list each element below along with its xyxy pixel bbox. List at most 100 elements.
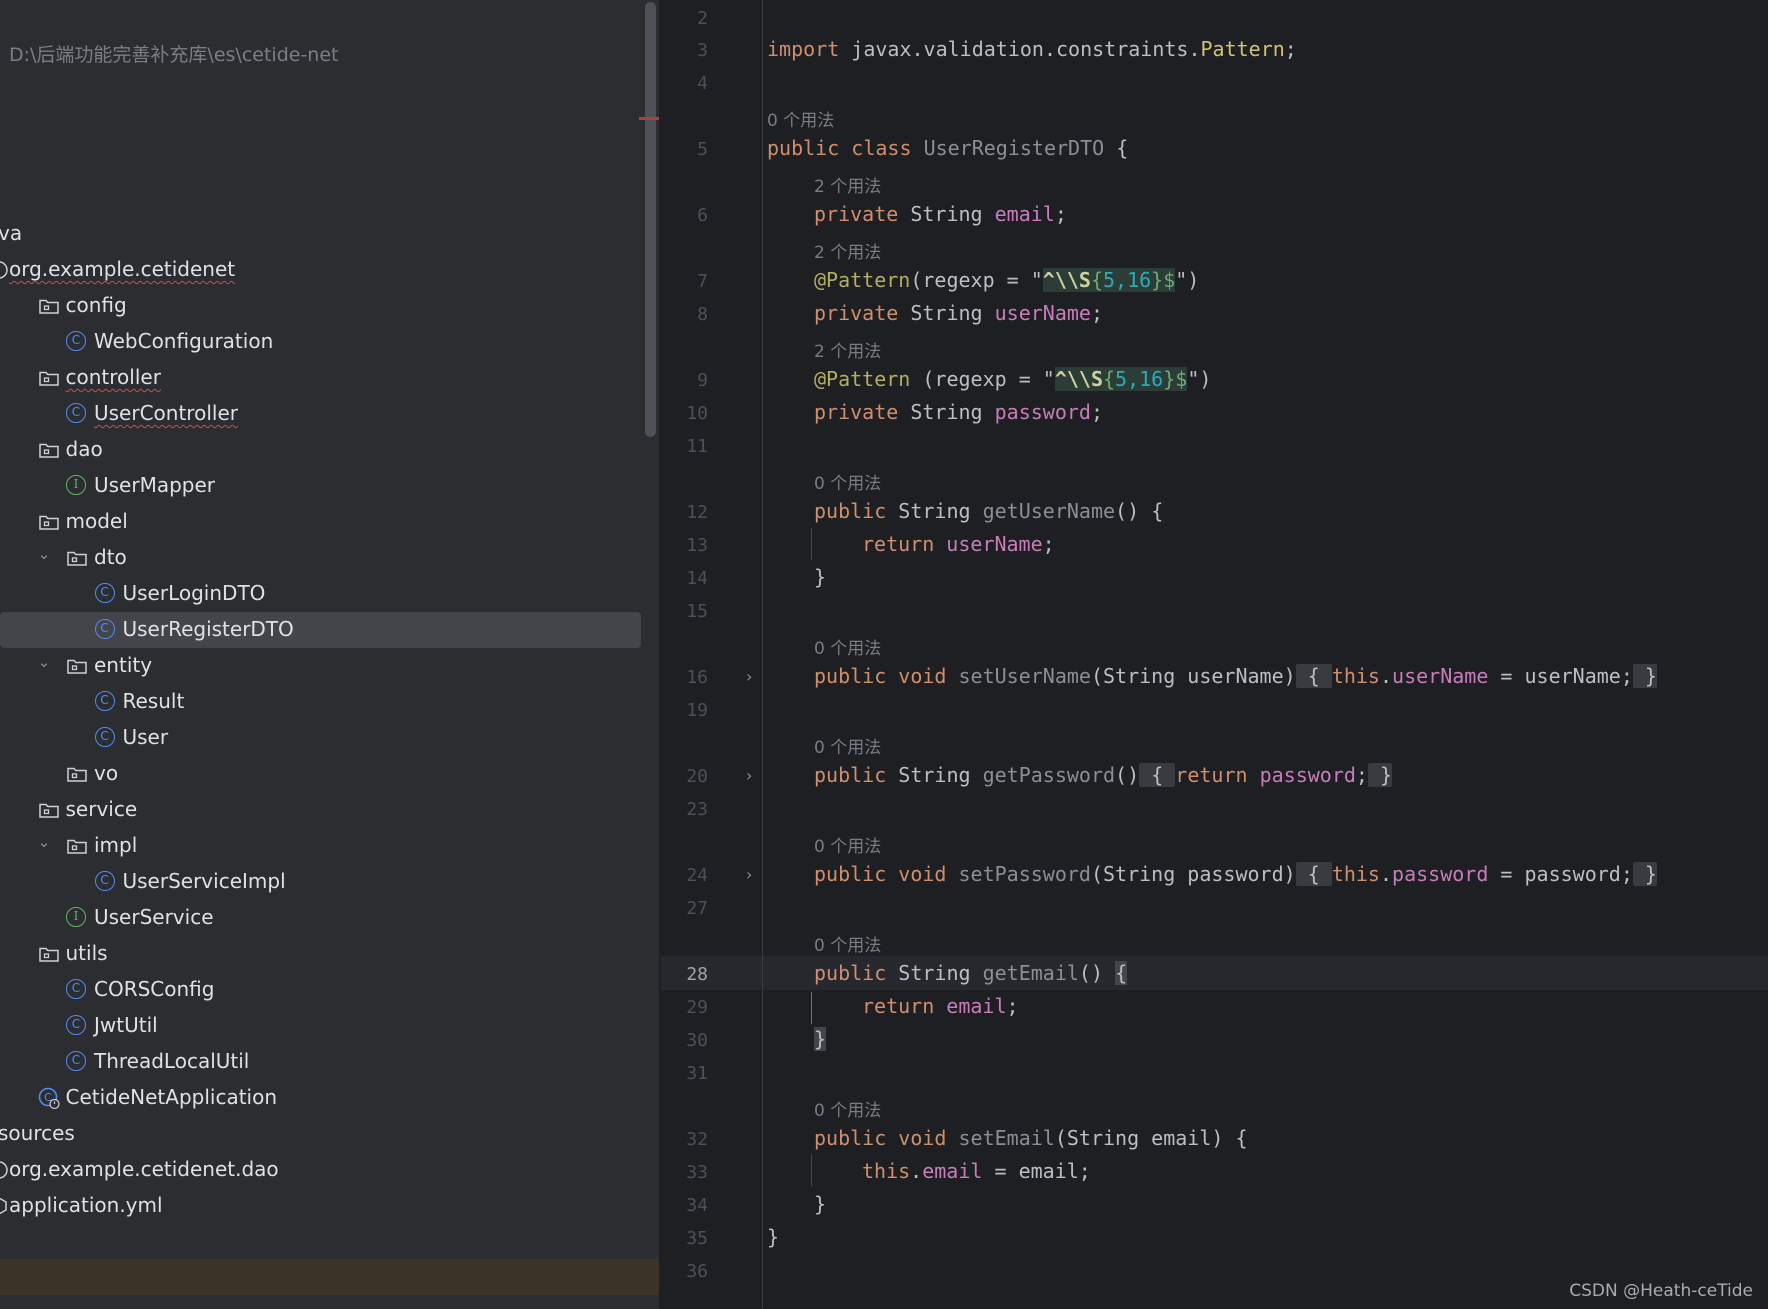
line-number[interactable]: 28	[661, 964, 708, 985]
tree-item-label: service	[65, 797, 138, 821]
usage-hint[interactable]: 0 个用法	[814, 469, 881, 494]
class-icon: C	[66, 1051, 88, 1073]
line-number[interactable]: 16	[661, 667, 708, 688]
tree-item-label: UserController	[94, 401, 238, 425]
tree-item[interactable]: C WebConfiguration	[0, 324, 640, 360]
expand-chevron-icon[interactable]: ⌄	[36, 834, 52, 850]
usage-hint[interactable]: 0 个用法	[814, 1096, 881, 1121]
code-line-10: private String password;	[814, 400, 1104, 424]
tree-item[interactable]: sources	[0, 1116, 640, 1152]
line-number[interactable]: 34	[661, 1195, 708, 1216]
code-line-9: @Pattern (regexp = "^\\S{5,16}$")	[814, 367, 1212, 391]
line-number[interactable]: 3	[661, 40, 708, 61]
code-editor[interactable]: 2 3 4 5 6 7 8 9 10 11 12 13 14 15 16 19 20 23 24 27 28 29 30 31…	[661, 0, 1768, 1309]
tree-item[interactable]: service	[0, 792, 640, 828]
usage-hint[interactable]: 2 个用法	[814, 238, 881, 263]
tree-item[interactable]: C CetideNetApplication	[0, 1080, 640, 1116]
tree-item-label: vo	[94, 761, 119, 785]
line-number[interactable]: 7	[661, 271, 708, 292]
tree-item[interactable]: vo	[0, 756, 640, 792]
line-number[interactable]: 19	[661, 700, 708, 721]
line-number[interactable]: 27	[661, 898, 708, 919]
line-number[interactable]: 11	[661, 436, 708, 457]
line-number[interactable]: 29	[661, 997, 708, 1018]
tree-item[interactable]: C User	[0, 720, 640, 756]
class-icon: C	[66, 979, 88, 1001]
tree-item-label: sources	[0, 1121, 75, 1145]
line-number[interactable]: 12	[661, 502, 708, 523]
tree-item[interactable]: C Result	[0, 684, 640, 720]
tree-item-label: entity	[94, 653, 153, 677]
line-number[interactable]: 8	[661, 304, 708, 325]
line-number[interactable]: 2	[661, 8, 708, 29]
tree-item[interactable]: C ThreadLocalUtil	[0, 1044, 640, 1080]
tree-item[interactable]: config	[0, 288, 640, 324]
indent-guide	[811, 992, 812, 1024]
line-number[interactable]: 20	[661, 766, 708, 787]
line-number[interactable]: 5	[661, 139, 708, 160]
code-line-33: this.email = email;	[862, 1159, 1091, 1183]
expand-chevron-icon[interactable]: ⌄	[36, 546, 52, 562]
tree-item[interactable]: C UserServiceImpl	[0, 864, 640, 900]
line-number[interactable]: 10	[661, 403, 708, 424]
tree-item-label: Result	[122, 689, 185, 713]
line-number[interactable]: 35	[661, 1228, 708, 1249]
tree-item[interactable]: I UserService	[0, 900, 640, 936]
tree-item[interactable]: ⌄ impl	[0, 828, 640, 864]
line-number[interactable]: 30	[661, 1030, 708, 1051]
line-number[interactable]: 9	[661, 370, 708, 391]
fold-chevron-icon[interactable]: ›	[746, 865, 752, 884]
tree-item[interactable]: application.yml	[0, 1188, 640, 1224]
tree-item[interactable]: org.example.cetidenet	[0, 252, 640, 288]
folder-icon	[66, 835, 88, 857]
usage-hint[interactable]: 0 个用法	[814, 733, 881, 758]
usage-hint[interactable]: 2 个用法	[814, 337, 881, 362]
tree-item[interactable]: C JwtUtil	[0, 1008, 640, 1044]
usage-hint[interactable]: 0 个用法	[814, 931, 881, 956]
tree-item[interactable]: I UserMapper	[0, 468, 640, 504]
tree-item[interactable]: controller	[0, 360, 640, 396]
tree-item[interactable]: org.example.cetidenet.dao	[0, 1152, 640, 1188]
line-number[interactable]: 32	[661, 1129, 708, 1150]
line-number[interactable]: 14	[661, 568, 708, 589]
fold-chevron-icon[interactable]: ›	[746, 667, 752, 686]
line-number[interactable]: 4	[661, 73, 708, 94]
tree-scrollbar-thumb[interactable]	[645, 2, 656, 437]
tree-item-label: impl	[94, 833, 138, 857]
tree-item[interactable]: dao	[0, 432, 640, 468]
code-line-20: public String getPassword() { return pas…	[814, 763, 1393, 787]
line-number[interactable]: 36	[661, 1261, 708, 1282]
tree-item[interactable]: utils	[0, 936, 640, 972]
line-number[interactable]: 6	[661, 205, 708, 226]
code-line-32: public void setEmail(String email) {	[814, 1126, 1248, 1150]
line-number[interactable]: 15	[661, 601, 708, 622]
usage-hint[interactable]: 0 个用法	[767, 106, 834, 131]
watermark: CSDN @Heath-ceTide	[1569, 1281, 1753, 1301]
fold-chevron-icon[interactable]: ›	[746, 766, 752, 785]
gutter-separator	[762, 0, 763, 1309]
line-number[interactable]: 31	[661, 1063, 708, 1084]
usage-hint[interactable]: 0 个用法	[814, 832, 881, 857]
code-line-12: public String getUserName() {	[814, 499, 1164, 523]
line-number[interactable]: 13	[661, 535, 708, 556]
code-line-6: private String email;	[814, 202, 1067, 226]
tree-item[interactable]: C UserLoginDTO	[0, 576, 640, 612]
tree-item-label: org.example.cetidenet	[9, 257, 236, 281]
code-line-29: return email;	[862, 994, 1019, 1018]
line-number[interactable]: 33	[661, 1162, 708, 1183]
usage-hint[interactable]: 2 个用法	[814, 172, 881, 197]
tree-item-label: UserServiceImpl	[122, 869, 286, 893]
tree-item[interactable]: model	[0, 504, 640, 540]
tree-item[interactable]: va	[0, 216, 640, 252]
usage-hint[interactable]: 0 个用法	[814, 634, 881, 659]
tree-item[interactable]: ⌄ entity	[0, 648, 640, 684]
tree-item[interactable]: ⌄ dto	[0, 540, 640, 576]
expand-chevron-icon[interactable]: ⌄	[36, 654, 52, 670]
tree-item[interactable]: C UserRegisterDTO	[0, 612, 641, 648]
tree-item-label: controller	[65, 365, 161, 389]
tree-item[interactable]: C UserController	[0, 396, 640, 432]
tree-item[interactable]: C CORSConfig	[0, 972, 640, 1008]
line-number[interactable]: 23	[661, 799, 708, 820]
line-number[interactable]: 24	[661, 865, 708, 886]
code-line-13: return userName;	[862, 532, 1055, 556]
